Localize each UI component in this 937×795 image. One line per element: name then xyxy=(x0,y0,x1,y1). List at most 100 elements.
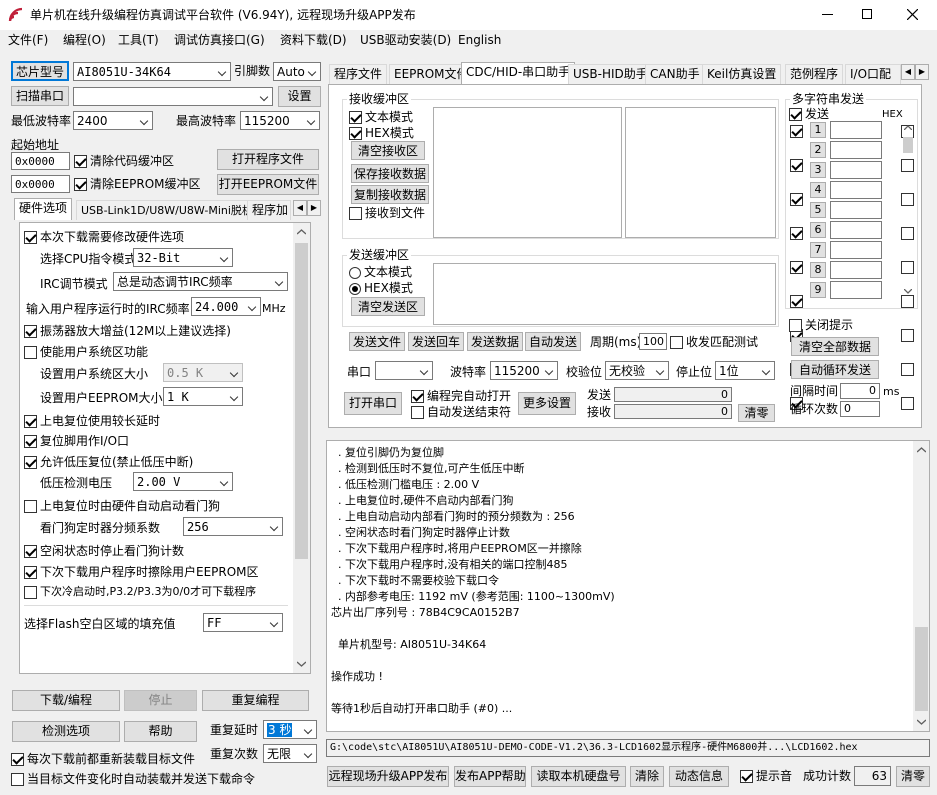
osc-gain-checkbox[interactable]: 振荡器放大增益(12M以上建议选择) xyxy=(24,323,231,339)
tx-text-area[interactable] xyxy=(433,263,776,325)
tab-program-add[interactable]: 程序加 xyxy=(247,200,291,220)
log-output[interactable]: . 复位引脚仍为复位脚 . 检测到低压时不复位,可产生低压中断 . 低压检测门槛… xyxy=(326,440,930,732)
idle-wdt-checkbox[interactable]: 空闲状态时停止看门狗计数 xyxy=(24,543,184,559)
tab-program-file[interactable]: 程序文件 xyxy=(329,64,388,84)
tab-keil[interactable]: Keil仿真设置 xyxy=(702,64,782,84)
tab-scroll-left-icon[interactable]: ◀ xyxy=(293,200,307,216)
cpu-mode-select[interactable]: 32-Bit xyxy=(133,248,233,267)
interval-input[interactable]: 0 xyxy=(840,383,880,399)
modify-options-checkbox[interactable]: 本次下载需要修改硬件选项 xyxy=(24,229,184,245)
menu-file[interactable]: 文件(F) xyxy=(8,30,48,50)
multi-scroll-up-icon[interactable] xyxy=(904,125,912,130)
multi-row-send-button[interactable]: 7 xyxy=(810,242,826,258)
cold-start-checkbox[interactable]: 下次冷启动时,P3.2/P3.3为0/0才可下载程序 xyxy=(24,584,256,600)
multi-row-send-button[interactable]: 2 xyxy=(810,142,826,158)
rx-save-button[interactable]: 保存接收数据 xyxy=(351,164,429,183)
clear-count-button[interactable]: 清零 xyxy=(738,404,775,422)
close-icon[interactable] xyxy=(907,9,918,20)
tx-hex-mode-radio[interactable]: HEX模式 xyxy=(349,280,413,296)
multi-row-send-checkbox[interactable] xyxy=(790,193,803,206)
multi-row-send-checkbox[interactable] xyxy=(790,295,803,308)
scroll-thumb[interactable] xyxy=(295,243,308,559)
loop-input[interactable]: 0 xyxy=(840,401,880,417)
rx-text-area[interactable] xyxy=(433,107,622,238)
download-button[interactable]: 下载/编程 xyxy=(12,690,120,711)
settings-button[interactable]: 设置 xyxy=(278,86,321,107)
log-scroll-up-icon[interactable] xyxy=(917,447,926,453)
pins-select[interactable]: Auto xyxy=(273,62,321,81)
multi-row-hex-checkbox[interactable] xyxy=(901,329,914,342)
menu-tools[interactable]: 工具(T) xyxy=(118,30,159,50)
reset-io-checkbox[interactable]: 复位脚用作I/O口 xyxy=(24,433,129,449)
scroll-down-icon[interactable] xyxy=(297,661,306,667)
log-scroll-down-icon[interactable] xyxy=(917,719,926,725)
multi-row-input[interactable] xyxy=(830,261,882,279)
serial-port-select[interactable] xyxy=(375,361,433,380)
flash-fill-select[interactable]: FF xyxy=(203,613,283,632)
wdt-divider-select[interactable]: 256 xyxy=(183,517,283,536)
lvd-voltage-select[interactable]: 2.00 V xyxy=(133,472,233,491)
multi-row-input[interactable] xyxy=(830,241,882,259)
period-input[interactable]: 100 xyxy=(639,333,667,350)
lvr-checkbox[interactable]: 允许低压复位(禁止低压中断) xyxy=(24,454,193,470)
baud-select[interactable]: 115200 xyxy=(490,361,558,380)
multi-row-send-checkbox[interactable] xyxy=(790,125,803,138)
multi-row-input[interactable] xyxy=(830,121,882,139)
right-tab-right-icon[interactable]: ▶ xyxy=(915,64,929,80)
port-select[interactable] xyxy=(73,87,273,106)
repeat-count-select[interactable]: 无限 xyxy=(263,744,317,763)
multi-row-hex-checkbox[interactable] xyxy=(901,363,914,376)
clear-all-button[interactable]: 清空全部数据 xyxy=(791,337,879,356)
long-delay-checkbox[interactable]: 上电复位使用较长延时 xyxy=(24,413,160,429)
close-tip-checkbox[interactable]: 关闭提示 xyxy=(789,317,853,333)
chip-type-button[interactable]: 芯片型号 xyxy=(11,61,69,81)
log-scrollbar[interactable] xyxy=(913,441,929,731)
repeat-delay-select[interactable]: 3 秒 xyxy=(263,720,317,739)
max-baud-select[interactable]: 115200 xyxy=(240,111,320,130)
multi-row-send-button[interactable]: 5 xyxy=(810,202,826,218)
remote-upgrade-button[interactable]: 远程现场升级APP发布 xyxy=(327,766,449,787)
multi-row-input[interactable] xyxy=(830,181,882,199)
chip-model-select[interactable]: AI8051U-34K64 xyxy=(73,62,231,81)
min-baud-select[interactable]: 2400 xyxy=(73,111,153,130)
file-path-field[interactable]: G:\code\stc\AI8051U\AI8051U-DEMO-CODE-V1… xyxy=(326,739,930,757)
open-eeprom-button[interactable]: 打开EEPROM文件 xyxy=(217,174,319,195)
open-program-button[interactable]: 打开程序文件 xyxy=(217,149,319,170)
auto-end-checkbox[interactable]: 自动发送结束符 xyxy=(411,404,511,420)
scan-port-button[interactable]: 扫描串口 xyxy=(11,86,69,106)
multi-row-hex-checkbox[interactable] xyxy=(901,397,914,410)
multi-row-send-checkbox[interactable] xyxy=(790,227,803,240)
reset-count-button[interactable]: 清零 xyxy=(896,766,930,787)
multi-row-input[interactable] xyxy=(830,201,882,219)
erase-eeprom-checkbox[interactable]: 下次下载用户程序时擦除用户EEPROM区 xyxy=(24,564,259,580)
wdt-autostart-checkbox[interactable]: 上电复位时由硬件自动启动看门狗 xyxy=(24,498,220,514)
multi-send-header-checkbox[interactable]: 发送 xyxy=(789,106,829,122)
menu-program[interactable]: 编程(O) xyxy=(63,30,106,50)
multi-row-send-button[interactable]: 8 xyxy=(810,262,826,278)
system-area-size-select[interactable]: 0.5 K xyxy=(163,363,243,382)
auto-loop-button[interactable]: 自动循环发送 xyxy=(791,360,879,379)
minimize-icon[interactable] xyxy=(822,14,833,15)
eeprom-address-input[interactable]: 0x0000 xyxy=(11,175,70,193)
clear-code-checkbox[interactable]: 清除代码缓冲区 xyxy=(74,153,174,169)
reload-each-checkbox[interactable]: 每次下载前都重新装载目标文件 xyxy=(11,751,195,767)
hardware-scrollbar[interactable] xyxy=(293,223,310,673)
tab-scroll-right-icon[interactable]: ▶ xyxy=(307,200,321,216)
multi-row-send-button[interactable]: 6 xyxy=(810,222,826,238)
multi-scroll-thumb[interactable] xyxy=(903,137,913,153)
open-port-button[interactable]: 打开串口 xyxy=(344,392,402,415)
tab-can[interactable]: CAN助手 xyxy=(645,64,705,84)
right-tab-left-icon[interactable]: ◀ xyxy=(901,64,915,80)
rx-hex-area[interactable] xyxy=(625,107,776,238)
stop-button[interactable]: 停止 xyxy=(124,690,197,711)
tab-usb-link[interactable]: USB-Link1D/U8W/U8W-Mini脱机 xyxy=(76,200,258,220)
rx-to-file-checkbox[interactable]: 接收到文件 xyxy=(349,205,425,221)
stopbits-select[interactable]: 1位 xyxy=(715,361,775,380)
rx-hex-mode-checkbox[interactable]: HEX模式 xyxy=(349,125,414,141)
multi-scroll-down-icon[interactable] xyxy=(904,289,912,294)
match-test-checkbox[interactable]: 收发匹配测试 xyxy=(670,334,758,350)
more-settings-button[interactable]: 更多设置 xyxy=(518,392,576,415)
auto-send-button[interactable]: 自动发送 xyxy=(525,332,581,351)
user-system-area-checkbox[interactable]: 使能用户系统区功能 xyxy=(24,344,148,360)
menu-usb-driver[interactable]: USB驱动安装(D) xyxy=(360,30,451,50)
